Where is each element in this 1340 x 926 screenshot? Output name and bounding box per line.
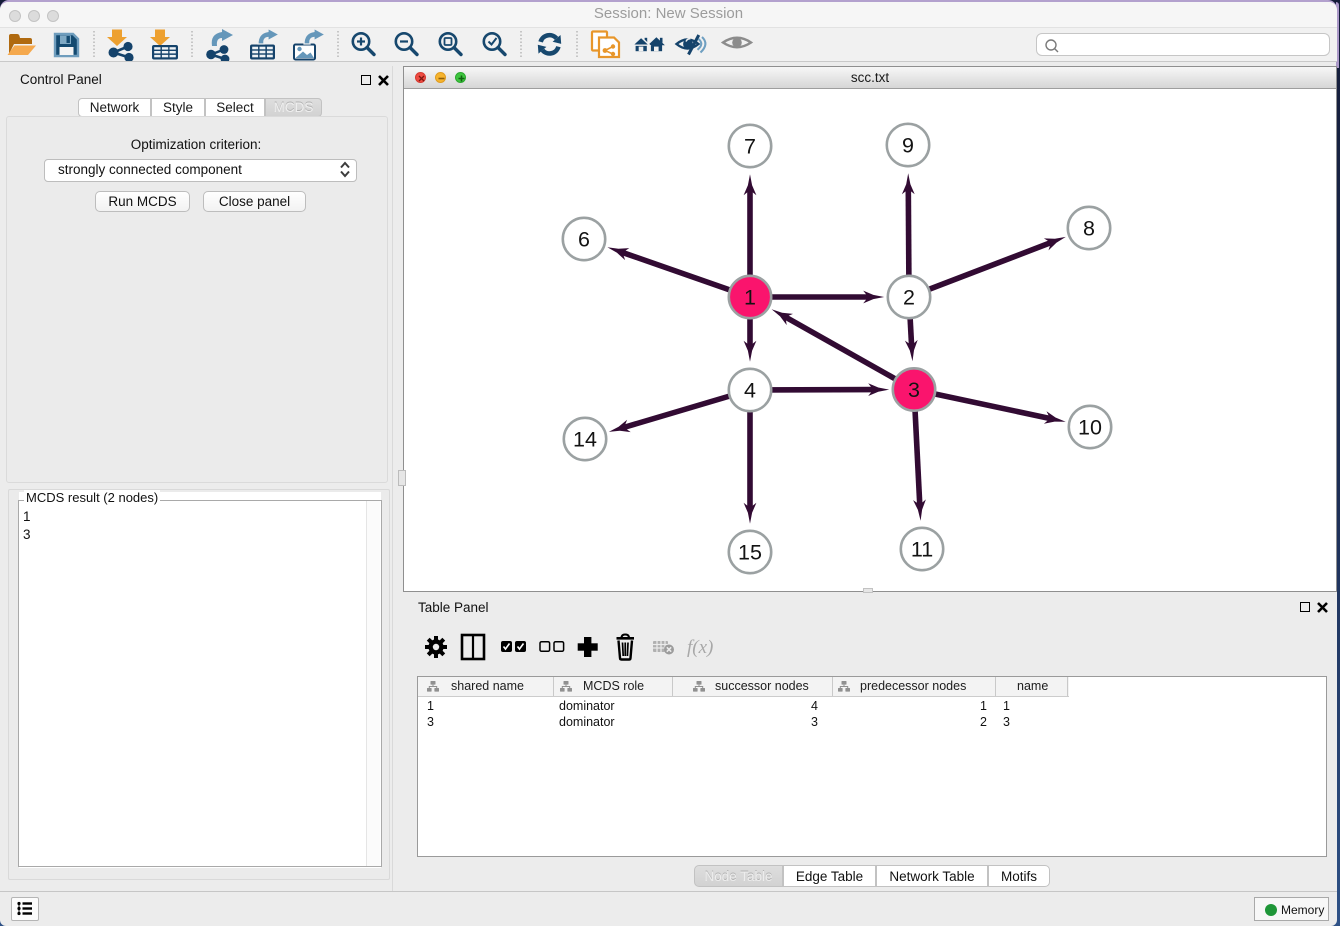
svg-text:4: 4 bbox=[744, 379, 756, 403]
svg-text:6: 6 bbox=[578, 228, 590, 252]
svg-text:7: 7 bbox=[744, 135, 756, 159]
svg-text:f(x): f(x) bbox=[687, 637, 713, 658]
svg-text:8: 8 bbox=[1083, 217, 1095, 241]
svg-text:3: 3 bbox=[908, 378, 920, 402]
svg-text:11: 11 bbox=[911, 538, 933, 562]
svg-text:10: 10 bbox=[1078, 416, 1102, 440]
svg-text:1: 1 bbox=[744, 286, 756, 310]
svg-text:9: 9 bbox=[902, 134, 914, 158]
svg-text:15: 15 bbox=[738, 541, 762, 565]
svg-text:14: 14 bbox=[573, 428, 597, 452]
svg-text:2: 2 bbox=[903, 286, 915, 310]
